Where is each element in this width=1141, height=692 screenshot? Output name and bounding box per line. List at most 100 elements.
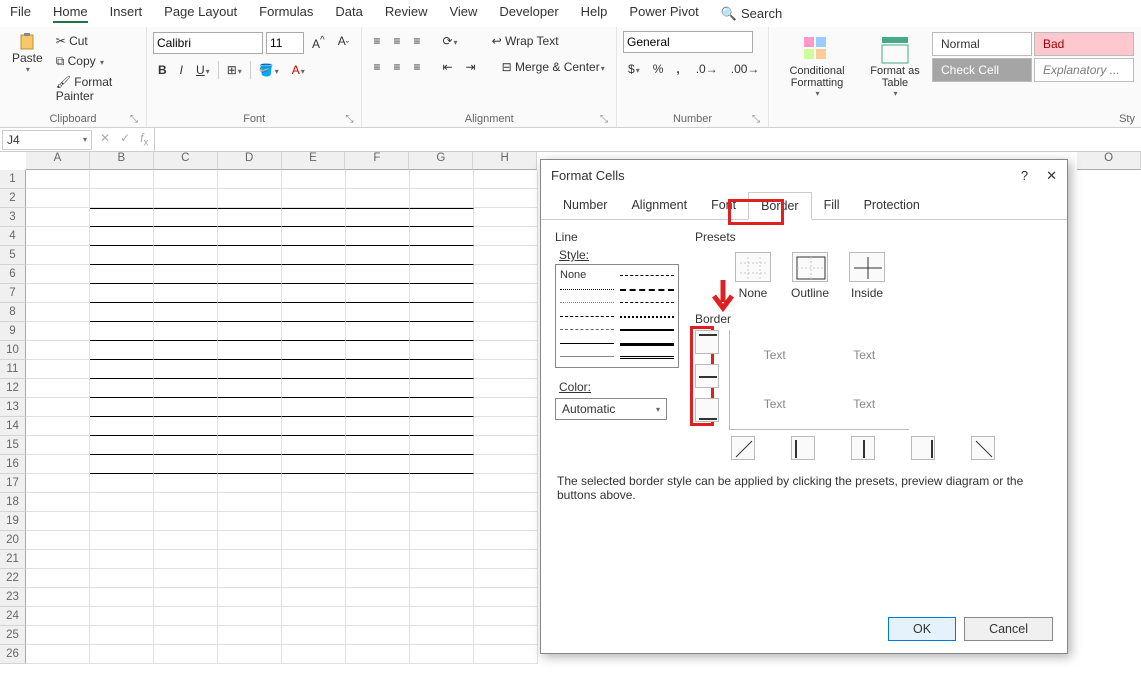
cell[interactable] [26, 550, 90, 569]
cell[interactable] [26, 398, 90, 417]
cell[interactable] [474, 436, 538, 455]
cancel-formula-button[interactable]: ✕ [100, 131, 110, 148]
cell[interactable] [346, 531, 410, 550]
cell[interactable] [346, 493, 410, 512]
cell[interactable] [282, 360, 346, 379]
cell[interactable] [218, 417, 282, 436]
cell[interactable] [474, 455, 538, 474]
cell[interactable] [410, 170, 474, 189]
column-header[interactable]: A [26, 152, 90, 170]
cell[interactable] [26, 322, 90, 341]
underline-button[interactable]: U▾ [191, 60, 215, 80]
cell[interactable] [154, 474, 218, 493]
cell[interactable] [218, 303, 282, 322]
cell[interactable] [26, 493, 90, 512]
align-right-button[interactable]: ≡ [408, 57, 425, 77]
column-header[interactable]: H [473, 152, 537, 170]
cell[interactable] [410, 208, 474, 227]
cell[interactable] [218, 227, 282, 246]
row-header[interactable]: 9 [0, 322, 26, 341]
cell[interactable] [282, 626, 346, 645]
cell[interactable] [474, 360, 538, 379]
border-bottom-button[interactable] [695, 398, 719, 422]
paste-button[interactable]: Paste ▾ [6, 31, 49, 106]
column-header[interactable]: F [345, 152, 409, 170]
cell[interactable] [410, 436, 474, 455]
cell[interactable] [410, 322, 474, 341]
preset-none-button[interactable]: None [735, 252, 771, 300]
cell[interactable] [474, 588, 538, 607]
line-style-opt[interactable] [560, 337, 614, 349]
cell[interactable] [154, 588, 218, 607]
name-box[interactable]: J4▾ [2, 130, 92, 150]
cell[interactable] [218, 208, 282, 227]
cell[interactable] [26, 246, 90, 265]
cell[interactable] [474, 284, 538, 303]
border-diag-up-button[interactable] [731, 436, 755, 460]
row-header[interactable]: 21 [0, 550, 26, 569]
row-header[interactable]: 23 [0, 588, 26, 607]
cell[interactable] [346, 284, 410, 303]
cell[interactable] [346, 189, 410, 208]
merge-center-button[interactable]: ⊟ Merge & Center▾ [497, 57, 610, 77]
cell[interactable] [282, 645, 346, 664]
cell[interactable] [90, 227, 154, 246]
cell[interactable] [90, 208, 154, 227]
cell[interactable] [346, 246, 410, 265]
cell[interactable] [474, 417, 538, 436]
line-style-opt[interactable] [560, 323, 614, 335]
menu-data[interactable]: Data [335, 4, 362, 23]
cell[interactable] [218, 607, 282, 626]
line-style-opt[interactable] [620, 283, 674, 295]
cell[interactable] [154, 265, 218, 284]
row-header[interactable]: 26 [0, 645, 26, 664]
cell[interactable] [26, 512, 90, 531]
cell[interactable] [154, 512, 218, 531]
cell[interactable] [282, 265, 346, 284]
menu-help[interactable]: Help [581, 4, 608, 23]
tab-alignment[interactable]: Alignment [619, 192, 699, 219]
cell[interactable] [282, 493, 346, 512]
cell[interactable] [410, 474, 474, 493]
row-header[interactable]: 3 [0, 208, 26, 227]
cell[interactable] [90, 189, 154, 208]
cell[interactable] [346, 360, 410, 379]
row-header[interactable]: 8 [0, 303, 26, 322]
preset-outline-button[interactable]: Outline [791, 252, 829, 300]
cell[interactable] [218, 341, 282, 360]
cell[interactable] [474, 322, 538, 341]
cell[interactable] [26, 626, 90, 645]
cell[interactable] [90, 569, 154, 588]
cell[interactable] [346, 436, 410, 455]
increase-decimal-button[interactable]: .0→ [691, 59, 723, 79]
cell[interactable] [154, 341, 218, 360]
cell[interactable] [474, 474, 538, 493]
cell[interactable] [154, 455, 218, 474]
cell[interactable] [474, 227, 538, 246]
cell[interactable] [410, 455, 474, 474]
style-bad[interactable]: Bad [1034, 32, 1134, 56]
column-header[interactable]: B [90, 152, 154, 170]
borders-button[interactable]: ⊞▾ [222, 60, 247, 80]
cell[interactable] [218, 265, 282, 284]
cell[interactable] [282, 436, 346, 455]
cancel-button[interactable]: Cancel [964, 617, 1053, 641]
dialog-close-button[interactable]: ✕ [1046, 168, 1057, 184]
cell[interactable] [410, 246, 474, 265]
row-header[interactable]: 14 [0, 417, 26, 436]
menu-developer[interactable]: Developer [499, 4, 558, 23]
increase-font-button[interactable]: A^ [307, 32, 330, 54]
cell[interactable] [346, 322, 410, 341]
cell[interactable] [154, 170, 218, 189]
border-horizontal-button[interactable] [695, 364, 719, 388]
row-header[interactable]: 10 [0, 341, 26, 360]
cell[interactable] [218, 588, 282, 607]
cell[interactable] [410, 607, 474, 626]
row-header[interactable]: 1 [0, 170, 26, 189]
style-explanatory[interactable]: Explanatory ... [1034, 58, 1134, 82]
decrease-indent-button[interactable]: ⇤ [437, 57, 457, 77]
row-header[interactable]: 7 [0, 284, 26, 303]
line-style-opt[interactable] [620, 296, 674, 308]
cell[interactable] [282, 208, 346, 227]
cell[interactable] [282, 455, 346, 474]
